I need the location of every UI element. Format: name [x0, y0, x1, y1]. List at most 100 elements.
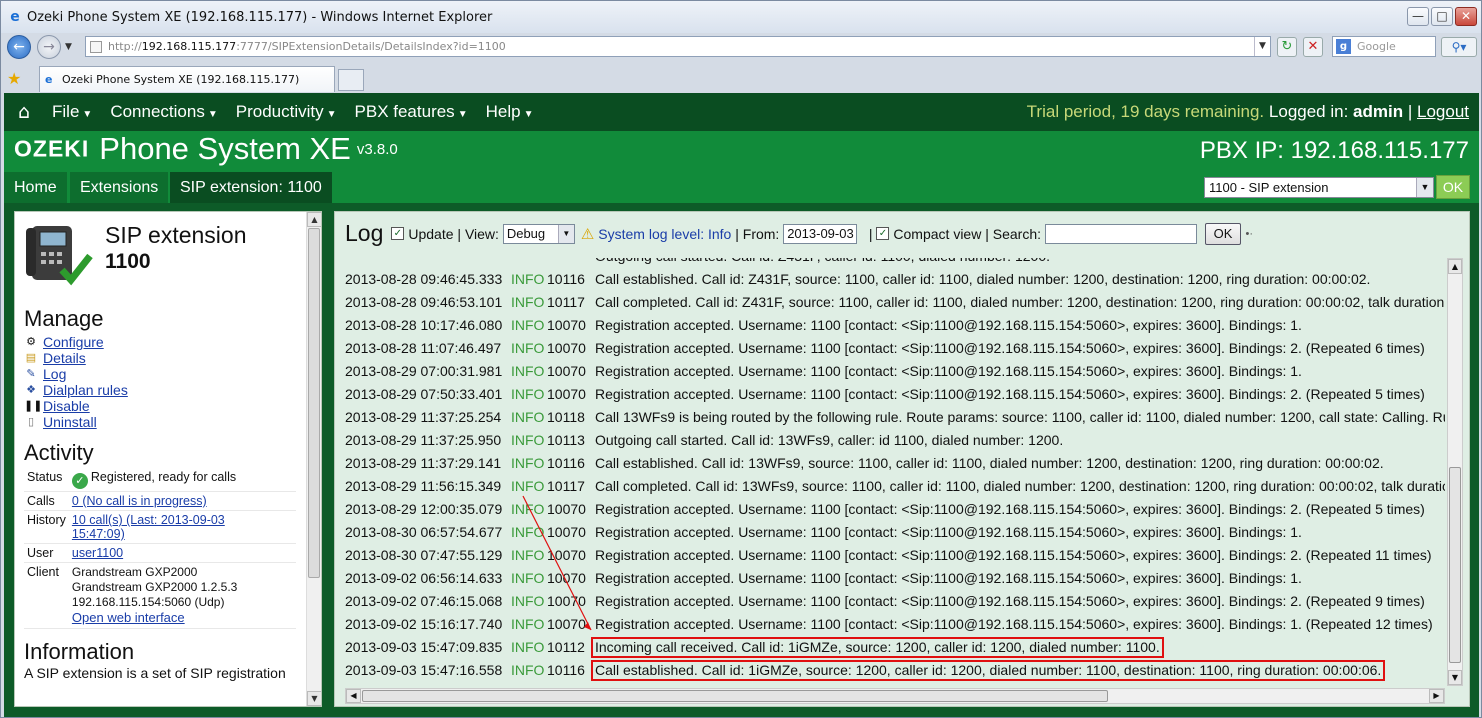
log-panel: Log ✓ Update | View: Debug ▼ ⚠ System log… [334, 211, 1470, 707]
ie-logo-icon: e [10, 9, 20, 25]
address-bar[interactable]: http://192.168.115.177:7777/SIPExtension… [85, 36, 1271, 57]
breadcrumb-current: SIP extension: 1100 [170, 172, 332, 203]
top-menu: ⌂ File ▼ Connections ▼ Productivity ▼ PBX f… [4, 93, 1479, 131]
extension-ok-button[interactable]: OK [1436, 175, 1470, 199]
menu-file[interactable]: File ▼ [52, 102, 92, 122]
manage-item-log[interactable]: ✎ Log [24, 366, 296, 382]
product-version: v3.8.0 [356, 140, 398, 158]
log-code: 10116 [547, 455, 585, 471]
history-link-cont[interactable]: 15:47:09) [72, 527, 125, 541]
search-button[interactable]: ⚲▾ [1441, 37, 1477, 57]
log-code: 10117 [547, 478, 585, 494]
log-message: Registration accepted. Username: 1100 [c… [595, 363, 1302, 379]
log-code: 10112 [547, 639, 585, 655]
log-level: INFO [511, 547, 545, 563]
log-level: INFO [511, 271, 545, 287]
log-entries[interactable]: Outgoing call started. Call id: Z431F, c… [345, 258, 1445, 686]
extension-number: 1100 [105, 250, 151, 273]
open-web-interface-link[interactable]: Open web interface [72, 610, 185, 625]
stop-icon[interactable]: ✕ [1303, 37, 1323, 57]
log-search-ok-button[interactable]: OK [1204, 222, 1242, 245]
log-message: Registration accepted. Username: 1100 [c… [595, 616, 1433, 632]
update-checkbox[interactable]: ✓ [391, 227, 405, 240]
check-icon: ✓ [71, 473, 88, 489]
back-button[interactable]: ← [7, 35, 31, 59]
menu-pbx-features[interactable]: PBX features ▼ [355, 102, 468, 122]
extension-select[interactable]: 1100 - SIP extension ▼ [1204, 177, 1434, 198]
scroll-up-icon[interactable]: ▲ [307, 212, 321, 227]
manage-item-disable[interactable]: ❚❚ Disable [24, 398, 296, 414]
history-link[interactable]: 10 call(s) (Last: 2013-09-03 [72, 513, 225, 527]
log-timestamp: 2013-08-29 07:00:31.981 [345, 363, 503, 379]
compact-view-checkbox[interactable]: ✓ [876, 227, 890, 240]
log-timestamp: 2013-09-02 15:16:17.740 [345, 616, 503, 632]
logout-link[interactable]: Logout [1417, 102, 1469, 121]
close-button[interactable]: ✕ [1455, 7, 1477, 26]
compact-view-label: Compact view [893, 225, 982, 242]
system-log-level-link[interactable]: System log level: Info [598, 226, 731, 242]
scroll-down-icon[interactable]: ▼ [1448, 670, 1462, 685]
logged-in-user: admin [1353, 102, 1404, 121]
log-link[interactable]: Log [43, 366, 66, 382]
log-code: 10070 [547, 616, 586, 632]
manage-item-configure[interactable]: ⚙ Configure [24, 334, 296, 350]
chevron-down-icon: ▼ [557, 224, 574, 243]
menu-help[interactable]: Help ▼ [486, 102, 534, 122]
search-input[interactable]: g Google [1332, 36, 1436, 57]
scrollbar-thumb[interactable] [308, 228, 320, 578]
view-select[interactable]: Debug ▼ [502, 223, 575, 244]
history-dropdown-icon[interactable]: ▼ [65, 42, 72, 52]
new-tab-button[interactable] [338, 69, 364, 91]
log-horizontal-scrollbar[interactable]: ◀ ▶ [345, 688, 1445, 704]
scroll-down-icon[interactable]: ▼ [307, 691, 321, 706]
log-timestamp: 2013-08-29 11:37:25.950 [345, 432, 502, 448]
manage-item-dialplan[interactable]: ❖ Dialplan rules [24, 382, 296, 398]
trash-icon: ▯ [27, 415, 35, 428]
home-icon[interactable]: ⌂ [4, 101, 44, 123]
forward-button[interactable]: → [37, 35, 61, 59]
scroll-right-icon[interactable]: ▶ [1429, 689, 1444, 703]
log-level: INFO [511, 363, 545, 379]
disable-link[interactable]: Disable [43, 398, 90, 414]
menu-productivity[interactable]: Productivity ▼ [236, 102, 337, 122]
calls-link[interactable]: 0 (No call is in progress) [72, 494, 207, 508]
configure-link[interactable]: Configure [43, 334, 104, 350]
manage-item-uninstall[interactable]: ▯ Uninstall [24, 414, 296, 430]
log-level: INFO [511, 294, 545, 310]
log-message: Registration accepted. Username: 1100 [c… [595, 547, 1432, 563]
favorites-star-icon[interactable]: ★ [7, 69, 21, 88]
client-label: Client [24, 562, 69, 629]
log-level: INFO [511, 317, 545, 333]
log-row: 2013-08-29 11:37:25.950 INFO 10113 Outgoing… [345, 429, 1063, 452]
scroll-up-icon[interactable]: ▲ [1448, 259, 1462, 274]
log-timestamp: 2013-08-29 11:56:15.349 [345, 478, 502, 494]
menu-connections[interactable]: Connections ▼ [110, 102, 217, 122]
log-timestamp: 2013-08-29 12:00:35.079 [345, 501, 503, 517]
browser-tab[interactable]: e Ozeki Phone System XE (192.168.115.177) [39, 66, 335, 92]
breadcrumb-extensions[interactable]: Extensions [70, 172, 169, 203]
address-dropdown-icon[interactable]: ▼ [1254, 37, 1270, 56]
log-vertical-scrollbar[interactable]: ▲ ▼ [1447, 258, 1463, 686]
highlight-box [591, 660, 1385, 681]
log-level: INFO [511, 386, 545, 402]
refresh-icon[interactable]: ↻ [1277, 37, 1297, 57]
breadcrumb-home[interactable]: Home [4, 172, 67, 203]
user-link[interactable]: user1100 [72, 546, 123, 560]
log-search-input[interactable] [1044, 223, 1197, 244]
from-date-input[interactable]: 2013-09-03 [783, 223, 858, 244]
manage-item-details[interactable]: ▤ Details [24, 350, 296, 366]
details-link[interactable]: Details [43, 350, 86, 366]
menu-label: Connections [110, 102, 205, 121]
table-row: User user1100 [24, 543, 296, 563]
scrollbar-thumb[interactable] [362, 690, 1108, 702]
log-timestamp: 2013-08-28 09:46:45.333 [345, 271, 503, 287]
minimize-button[interactable]: — [1407, 7, 1429, 26]
sidebar-scrollbar[interactable]: ▲ ▼ [306, 212, 321, 706]
scrollbar-thumb[interactable] [1449, 467, 1461, 663]
uninstall-link[interactable]: Uninstall [43, 414, 97, 430]
dialplan-link[interactable]: Dialplan rules [43, 382, 128, 398]
scroll-left-icon[interactable]: ◀ [346, 689, 361, 703]
maximize-button[interactable]: □ [1431, 7, 1453, 26]
log-timestamp: 2013-08-29 07:50:33.401 [345, 386, 503, 402]
log-message: Registration accepted. Username: 1100 [c… [595, 570, 1302, 586]
